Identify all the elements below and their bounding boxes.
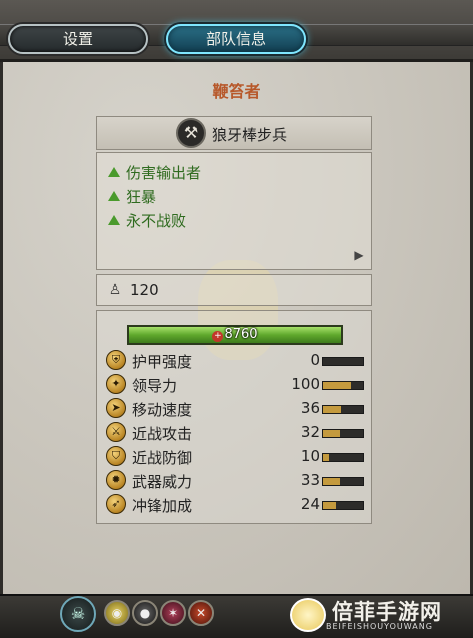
stat-bar bbox=[322, 477, 364, 486]
trait-item[interactable]: 狂暴 bbox=[108, 186, 156, 207]
stat-row[interactable]: ⛨ 护甲强度 0 bbox=[106, 350, 366, 372]
stat-bar bbox=[322, 453, 364, 462]
stat-label: 近战攻击 bbox=[132, 425, 193, 443]
stat-row[interactable]: ➶ 冲锋加成 24 bbox=[106, 494, 366, 516]
stat-bar bbox=[322, 429, 364, 438]
stat-label: 移动速度 bbox=[132, 401, 193, 419]
stat-label: 近战防御 bbox=[132, 449, 193, 467]
triangle-up-icon bbox=[108, 191, 120, 201]
stat-bar-fill bbox=[323, 406, 341, 413]
stat-bar-fill bbox=[323, 502, 336, 509]
stat-bar-fill bbox=[323, 382, 351, 389]
stat-bar-fill bbox=[323, 478, 340, 485]
crossed-hammers-icon: ⚒ bbox=[176, 118, 206, 148]
trait-label: 伤害输出者 bbox=[126, 164, 202, 182]
stat-row[interactable]: ➤ 移动速度 36 bbox=[106, 398, 366, 420]
ability-axe-icon[interactable]: ✕ bbox=[188, 600, 214, 626]
watermark: 倍菲手游网 BEIFEISHOUYOUWANG bbox=[290, 596, 470, 636]
health-value: 8760 bbox=[224, 327, 258, 342]
watermark-subtext: BEIFEISHOUYOUWANG bbox=[326, 622, 433, 631]
expand-arrow-icon[interactable]: ▶ bbox=[352, 248, 366, 262]
weapon-strength-icon: ✹ bbox=[106, 470, 126, 490]
trait-item[interactable]: 伤害输出者 bbox=[108, 162, 201, 183]
stat-row[interactable]: ✦ 领导力 100 bbox=[106, 374, 366, 396]
stat-value: 36 bbox=[300, 399, 320, 417]
health-bar: +8760 bbox=[127, 325, 343, 345]
leadership-icon: ✦ bbox=[106, 374, 126, 394]
watermark-logo bbox=[290, 598, 326, 632]
stat-row[interactable]: ⛉ 近战防御 10 bbox=[106, 446, 366, 468]
stat-value: 10 bbox=[300, 447, 320, 465]
plus-icon: + bbox=[212, 331, 224, 342]
triangle-up-icon bbox=[108, 167, 120, 177]
stat-row[interactable]: ⚔ 近战攻击 32 bbox=[106, 422, 366, 444]
melee-attack-icon: ⚔ bbox=[106, 422, 126, 442]
stat-value: 100 bbox=[291, 375, 320, 393]
armor-icon: ⛨ bbox=[106, 350, 126, 370]
stat-label: 领导力 bbox=[132, 377, 178, 395]
stat-bar-fill bbox=[323, 430, 340, 437]
tab-unit-info[interactable]: 部队信息 bbox=[166, 24, 306, 54]
unit-category-title: 鞭笞者 bbox=[212, 82, 261, 101]
melee-defence-icon: ⛉ bbox=[106, 446, 126, 466]
stat-value: 24 bbox=[300, 495, 320, 513]
ability-eye-icon[interactable]: ◉ bbox=[104, 600, 130, 626]
unit-card-icon[interactable]: ☠ bbox=[60, 596, 96, 632]
trait-label: 永不战败 bbox=[126, 212, 187, 230]
trait-label: 狂暴 bbox=[126, 188, 157, 206]
charge-bonus-icon: ➶ bbox=[106, 494, 126, 514]
stat-label: 护甲强度 bbox=[132, 353, 193, 371]
ability-claw-icon[interactable]: ✶ bbox=[160, 600, 186, 626]
stat-row[interactable]: ✹ 武器威力 33 bbox=[106, 470, 366, 492]
stat-bar bbox=[322, 405, 364, 414]
stat-label: 武器威力 bbox=[132, 473, 193, 491]
triangle-up-icon bbox=[108, 215, 120, 225]
ability-orb-icon[interactable]: ● bbox=[132, 600, 158, 626]
trait-item[interactable]: 永不战败 bbox=[108, 210, 186, 231]
stat-label: 冲锋加成 bbox=[132, 497, 193, 515]
stat-value: 32 bbox=[300, 423, 320, 441]
stat-bar bbox=[322, 357, 364, 366]
health-label: +8760 bbox=[129, 327, 341, 343]
stat-bar bbox=[322, 501, 364, 510]
stat-value: 0 bbox=[310, 351, 320, 369]
tab-settings[interactable]: 设置 bbox=[8, 24, 148, 54]
stat-value: 33 bbox=[300, 471, 320, 489]
stat-bar bbox=[322, 381, 364, 390]
unit-size-value: 120 bbox=[130, 281, 159, 299]
stat-bar-fill bbox=[323, 454, 329, 461]
unit-name: 狼牙棒步兵 bbox=[212, 126, 288, 144]
speed-icon: ➤ bbox=[106, 398, 126, 418]
soldier-icon: ♙ bbox=[108, 282, 122, 298]
